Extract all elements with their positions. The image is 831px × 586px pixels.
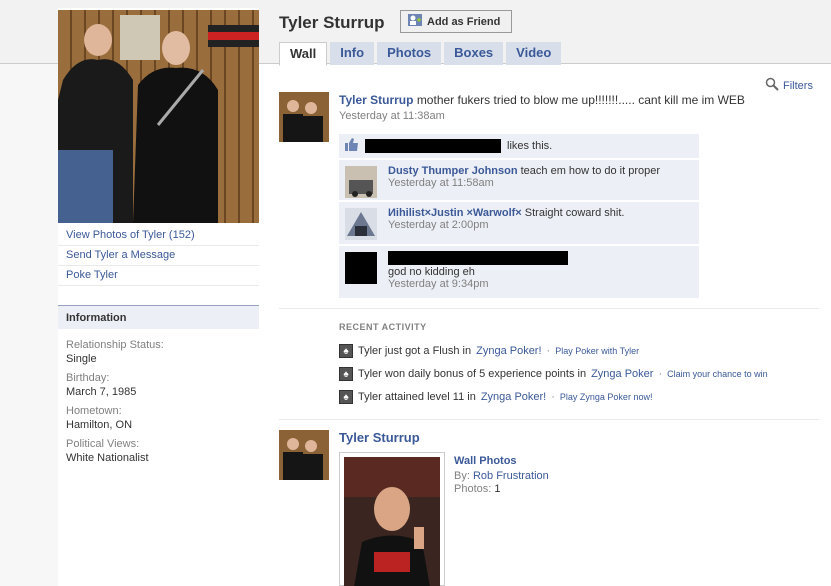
recent-activity-title: RECENT ACTIVITY [339,322,427,332]
photos-label: Photos: [454,483,492,495]
send-message-link[interactable]: Send Tyler a Message [58,246,259,266]
tab-info[interactable]: Info [330,42,375,65]
hometown-value[interactable]: Hamilton, ON [66,419,251,431]
comments-section: likes this. Dusty Thumper Johnson teach … [339,134,699,300]
comment-text: god no kidding eh [388,266,475,278]
relationship-value: Single [66,353,97,365]
post-timestamp[interactable]: Yesterday at 11:38am [339,110,819,122]
redacted-commenter [388,251,568,265]
comment-avatar[interactable] [345,166,377,198]
app-link[interactable]: Zynga Poker [591,368,653,380]
activity-text: Tyler just got a Flush in [358,345,472,357]
post-author-name[interactable]: Tyler Sturrup [339,93,413,107]
by-label: By: [454,470,470,482]
redacted-avatar [345,252,377,284]
post-author-name[interactable]: Tyler Sturrup [339,430,420,445]
app-action-link[interactable]: Claim your chance to win [667,369,768,379]
comment-text: teach em how to do it proper [520,165,661,177]
profile-photo[interactable] [58,10,259,223]
add-friend-button[interactable]: Add as Friend [400,10,512,33]
activity-item: ♠ Tyler just got a Flush in Zynga Poker!… [339,344,639,358]
likes-text: likes this. [507,140,553,152]
app-action-link[interactable]: Play Zynga Poker now! [560,392,653,402]
post-author-avatar[interactable] [279,92,329,142]
comment-item: Dusty Thumper Johnson teach em how to do… [339,160,699,200]
magnifier-icon [765,77,779,94]
add-friend-label: Add as Friend [427,15,501,28]
tab-wall[interactable]: Wall [279,42,328,66]
poker-icon: ♠ [339,344,353,358]
activity-item: ♠ Tyler won daily bonus of 5 experience … [339,367,768,381]
activity-item: ♠ Tyler attained level 11 in Zynga Poker… [339,390,652,404]
app-link[interactable]: Zynga Poker! [476,345,541,357]
birthday-label: Birthday: [66,372,110,384]
poker-icon: ♠ [339,390,353,404]
comment-avatar[interactable] [345,208,377,240]
thumbs-up-icon [345,138,359,154]
comment-author[interactable]: Dusty Thumper Johnson [388,165,518,177]
profile-actions: View Photos of Tyler (152) Send Tyler a … [58,226,259,286]
add-friend-icon [407,13,423,30]
comment-text: Straight coward shit. [524,207,625,219]
app-link[interactable]: Zynga Poker! [481,391,546,403]
political-value: White Nationalist [66,452,149,464]
relationship-label: Relationship Status: [66,339,164,351]
comment-timestamp: Yesterday at 9:34pm [388,278,489,290]
tab-photos[interactable]: Photos [377,42,442,65]
wall-photos-title[interactable]: Wall Photos [454,455,549,467]
profile-name: Tyler Sturrup [279,13,385,32]
redacted-name [365,139,501,153]
divider [279,308,819,309]
tab-boxes[interactable]: Boxes [444,42,504,65]
comment-item: god no kidding eh Yesterday at 9:34pm [339,246,699,298]
profile-tabs: Wall Info Photos Boxes Video [279,42,562,66]
information-heading: Information [58,305,259,329]
comment-author[interactable]: Иihilist×Justin ×Warwolf× [388,207,522,219]
political-label: Political Views: [66,438,140,450]
filters-button[interactable]: Filters [765,77,813,94]
post-author-avatar[interactable] [279,430,329,480]
photos-count: 1 [494,483,501,495]
birthday-value: March 7, 1985 [66,386,137,398]
information-box: Information Relationship Status: Single … [58,305,259,481]
likes-row: likes this. [339,134,699,158]
post-message: mother fukers tried to blow me up!!!!!!!… [416,93,745,107]
activity-text: Tyler attained level 11 in [358,391,476,403]
comment-timestamp: Yesterday at 2:00pm [388,219,489,231]
poker-icon: ♠ [339,367,353,381]
comment-timestamp: Yesterday at 11:58am [388,177,494,189]
hometown-label: Hometown: [66,405,122,417]
poke-link[interactable]: Poke Tyler [58,266,259,286]
wall-photo-thumbnail[interactable] [339,452,445,586]
post-content: Tyler Sturrup mother fukers tried to blo… [339,93,819,122]
app-action-link[interactable]: Play Poker with Tyler [555,346,639,356]
divider [279,419,819,420]
tab-video[interactable]: Video [506,42,562,65]
activity-text: Tyler won daily bonus of 5 experience po… [358,368,587,380]
view-photos-link[interactable]: View Photos of Tyler (152) [58,226,259,246]
wall-photos-meta: Wall Photos By: Rob Frustration Photos: … [454,455,549,495]
filters-label: Filters [783,79,813,92]
comment-item: Иihilist×Justin ×Warwolf× Straight cowar… [339,202,699,244]
photo-owner-link[interactable]: Rob Frustration [473,470,549,482]
